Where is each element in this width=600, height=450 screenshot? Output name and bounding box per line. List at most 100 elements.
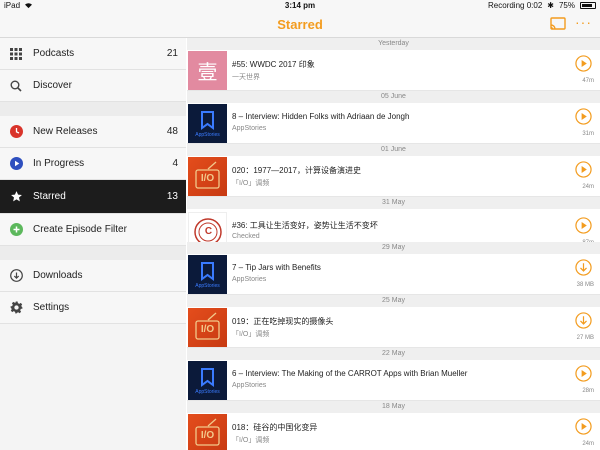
episode-title: 019：正在吃掉现实的摄像头 [232,317,334,326]
recording-indicator: Recording 0:02 [488,1,543,10]
sidebar-item-count: 4 [172,158,178,169]
episode-title: 8 – Interview: Hidden Folks with Adriaan… [232,112,410,121]
episode-title: 020：1977—2017，计算设备演进史 [232,166,361,175]
podcast-artwork: 壹 [188,51,227,90]
play-button-icon[interactable] [575,217,592,234]
cast-icon[interactable] [550,17,566,31]
sidebar-item-starred[interactable]: Starred 13 [0,180,186,214]
sidebar-item-label: In Progress [33,158,85,169]
episode-row[interactable]: AppStories 7 – Tip Jars with Benefits Ap… [187,254,600,295]
sidebar-item-discover[interactable]: Discover [0,70,186,102]
artwork-glyph: 壹 [197,60,218,84]
episode-size: 38 MB [576,282,594,288]
download-icon [9,269,23,283]
download-button-icon[interactable] [575,312,592,329]
sidebar-item-label: New Releases [33,126,98,137]
episode-duration: 28m [582,388,594,394]
sidebar: Podcasts 21 Discover New Releases 48 In … [0,38,186,450]
podcast-artwork: I/O [188,414,227,450]
podcast-name: 一天世界 [232,74,260,81]
sidebar-item-label: Downloads [33,270,83,281]
episode-duration: 47m [582,78,594,84]
episode-row[interactable]: I/O 019：正在吃掉现实的摄像头 「I/O」调频 27 MB [187,307,600,348]
play-button-icon[interactable] [575,418,592,435]
battery-percent: 75% [558,1,575,10]
sidebar-item-label: Create Episode Filter [33,224,127,235]
more-button[interactable]: ··· [575,14,592,30]
date-header: 01 June [187,144,600,156]
sidebar-item-count: 13 [166,191,178,202]
search-icon [9,79,23,93]
episode-duration: 24m [582,441,594,447]
play-button-icon[interactable] [575,108,592,125]
podcast-artwork: AppStories [188,255,227,294]
status-bar: iPad 3:14 pm Recording 0:02 ✱ 75% [0,0,600,12]
date-header: 18 May [187,401,600,413]
date-header: 31 May [187,197,600,209]
sidebar-item-in-progress[interactable]: In Progress 4 [0,148,186,180]
sidebar-item-label: Podcasts [33,48,75,59]
battery-icon [580,2,596,9]
sidebar-item-count: 48 [166,126,178,137]
sidebar-item-label: Discover [33,80,72,91]
status-right: Recording 0:02 ✱ 75% [488,1,596,10]
artwork-label: I/O [200,324,215,335]
sidebar-separator [0,102,186,116]
podcast-artwork: AppStories [188,104,227,143]
play-button-icon[interactable] [575,55,592,72]
podcast-name: 「I/O」调频 [232,331,270,338]
podcast-name: 「I/O」调频 [232,437,270,444]
plus-icon [9,223,23,237]
artwork-label: AppStories [195,132,220,138]
play-icon [9,157,23,171]
play-button-icon[interactable] [575,161,592,178]
podcast-artwork: I/O [188,157,227,196]
podcast-name: AppStories [232,382,267,389]
artwork-label: C [204,226,213,237]
sidebar-separator [0,246,186,260]
podcast-name: 「I/O」调频 [232,180,270,187]
play-button-icon[interactable] [575,365,592,382]
episode-duration: 24m [582,184,594,190]
episode-row[interactable]: AppStories 8 – Interview: Hidden Folks w… [187,103,600,144]
star-icon [9,190,23,204]
sidebar-item-new-releases[interactable]: New Releases 48 [0,116,186,148]
sidebar-item-count: 21 [166,48,178,59]
podcast-name: AppStories [232,125,267,132]
sidebar-item-label: Settings [33,302,70,313]
episode-row[interactable]: I/O 018：硅谷的中国化变异 「I/O」调频 24m [187,413,600,450]
episode-title: 7 – Tip Jars with Benefits [232,263,321,272]
date-header: 22 May [187,348,600,360]
episode-row[interactable]: 壹 #55: WWDC 2017 印象 一天世界 47m [187,50,600,91]
nav-bar: Starred ··· [0,12,600,38]
episode-title: #36: 工具让生活变好，姿势让生活不变坏 [232,221,378,230]
download-button-icon[interactable] [575,259,592,276]
gear-icon [9,301,23,315]
sidebar-item-settings[interactable]: Settings [0,292,186,324]
artwork-label: AppStories [195,283,220,289]
date-header: Yesterday [187,38,600,50]
sidebar-item-create-filter[interactable]: Create Episode Filter [0,214,186,246]
date-header: 29 May [187,242,600,254]
clock-icon [9,125,23,139]
date-header: 25 May [187,295,600,307]
sidebar-item-downloads[interactable]: Downloads [0,260,186,292]
page-title: Starred [277,17,323,32]
podcast-artwork: I/O [188,308,227,347]
sidebar-item-podcasts[interactable]: Podcasts 21 [0,38,186,70]
episode-list[interactable]: Yesterday 壹 #55: WWDC 2017 印象 一天世界 47m 0… [187,38,600,450]
episode-size: 27 MB [576,335,594,341]
episode-title: #55: WWDC 2017 印象 [232,60,315,69]
podcast-name: Checked [232,233,260,240]
sidebar-filler [0,324,186,450]
artwork-label: AppStories [195,389,220,395]
episode-row[interactable]: AppStories 6 – Interview: The Making of … [187,360,600,401]
episode-duration: 31m [582,131,594,137]
episode-title: 6 – Interview: The Making of the CARROT … [232,369,468,378]
grid-icon [9,47,23,61]
episode-row[interactable]: I/O 020：1977—2017，计算设备演进史 「I/O」调频 24m [187,156,600,197]
podcast-name: AppStories [232,276,267,283]
sidebar-item-label: Starred [33,191,66,202]
date-header: 05 June [187,91,600,103]
podcast-artwork: AppStories [188,361,227,400]
